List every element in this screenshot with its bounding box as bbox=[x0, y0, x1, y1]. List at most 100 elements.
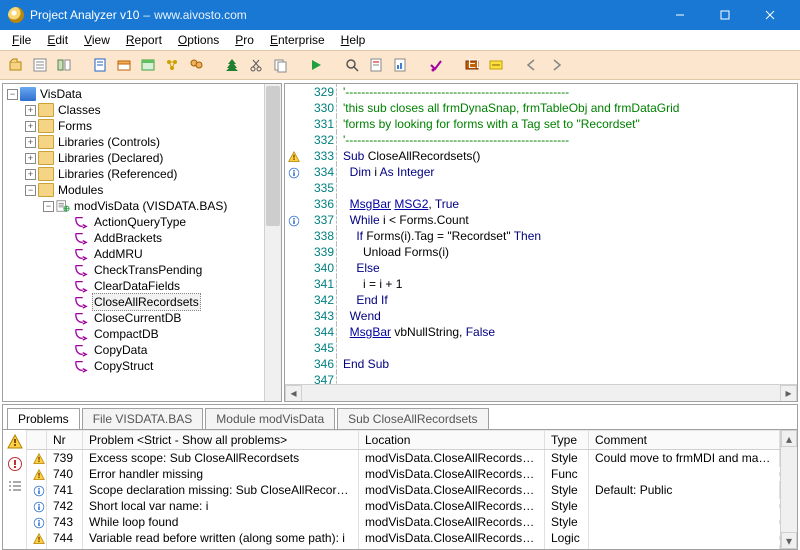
class-icon[interactable] bbox=[114, 55, 134, 75]
code-line[interactable]: 335 bbox=[285, 180, 797, 196]
problem-row[interactable]: 739Excess scope: Sub CloseAllRecordsetsm… bbox=[27, 450, 780, 466]
tree-folder[interactable]: +Classes bbox=[25, 102, 279, 118]
menu-report[interactable]: Report bbox=[118, 31, 170, 49]
tree-root[interactable]: −VisData bbox=[7, 86, 279, 102]
problems-tab[interactable]: Problems bbox=[7, 408, 80, 429]
code-line[interactable]: 343 Wend bbox=[285, 308, 797, 324]
menu-edit[interactable]: Edit bbox=[39, 31, 76, 49]
col-problem[interactable]: Problem <Strict - Show all problems> bbox=[83, 430, 359, 449]
code-line[interactable]: 347 bbox=[285, 372, 797, 384]
minimize-button[interactable] bbox=[657, 0, 702, 30]
problems-scrollbar[interactable]: ▴ ▾ bbox=[780, 430, 797, 549]
menu-pro[interactable]: Pro bbox=[227, 31, 262, 49]
code-line[interactable]: 333Sub CloseAllRecordsets() bbox=[285, 148, 797, 164]
code-text: Wend bbox=[337, 308, 381, 324]
tree-sub[interactable]: CheckTransPending bbox=[61, 262, 279, 278]
report-icon[interactable] bbox=[390, 55, 410, 75]
problem-row[interactable]: 740Error handler missingmodVisData.Close… bbox=[27, 466, 780, 482]
tree-sub[interactable]: CompactDB bbox=[61, 326, 279, 342]
code-line[interactable]: 342 End If bbox=[285, 292, 797, 308]
code-line[interactable]: 329'------------------------------------… bbox=[285, 84, 797, 100]
code-line[interactable]: 336 MsgBar MSG2, True bbox=[285, 196, 797, 212]
problems-grid[interactable]: Nr Problem <Strict - Show all problems> … bbox=[27, 430, 780, 549]
menu-file[interactable]: File bbox=[4, 31, 39, 49]
err-filter-icon[interactable] bbox=[7, 456, 23, 472]
tree-folder[interactable]: +Libraries (Declared) bbox=[25, 150, 279, 166]
tree-folder[interactable]: −Modules bbox=[25, 182, 279, 198]
code-line[interactable]: 339 Unload Forms(i) bbox=[285, 244, 797, 260]
tree-sub[interactable]: ClearDataFields bbox=[61, 278, 279, 294]
back-icon[interactable] bbox=[522, 55, 542, 75]
scroll-down-icon[interactable]: ▾ bbox=[781, 532, 797, 549]
menu-options[interactable]: Options bbox=[170, 31, 227, 49]
tree-folder[interactable]: +Libraries (Controls) bbox=[25, 134, 279, 150]
warn-filter-icon[interactable] bbox=[7, 434, 23, 450]
tree-folder[interactable]: +Libraries (Referenced) bbox=[25, 166, 279, 182]
copy-icon[interactable] bbox=[270, 55, 290, 75]
menu-view[interactable]: View bbox=[76, 31, 118, 49]
form-icon[interactable] bbox=[138, 55, 158, 75]
code-line[interactable]: 330'this sub closes all frmDynaSnap, frm… bbox=[285, 100, 797, 116]
col-icon[interactable] bbox=[27, 430, 47, 449]
code-line[interactable]: 344 MsgBar vbNullString, False bbox=[285, 324, 797, 340]
properties-icon[interactable] bbox=[30, 55, 50, 75]
code-line[interactable]: 341 i = i + 1 bbox=[285, 276, 797, 292]
check-icon[interactable] bbox=[426, 55, 446, 75]
highlight-icon[interactable] bbox=[486, 55, 506, 75]
tree-folder[interactable]: +Forms bbox=[25, 118, 279, 134]
menu-help[interactable]: Help bbox=[333, 31, 374, 49]
code-line[interactable]: 337 While i < Forms.Count bbox=[285, 212, 797, 228]
tree-scrollbar[interactable] bbox=[264, 84, 281, 401]
module-icon[interactable] bbox=[90, 55, 110, 75]
scroll-right-icon[interactable]: ▸ bbox=[780, 385, 797, 402]
problem-row[interactable]: 743While loop foundmodVisData.CloseAllRe… bbox=[27, 514, 780, 530]
code-line[interactable]: 345 bbox=[285, 340, 797, 356]
tree-sub[interactable]: CloseCurrentDB bbox=[61, 310, 279, 326]
problems-tab[interactable]: Sub CloseAllRecordsets bbox=[337, 408, 488, 429]
tree-sub[interactable]: AddBrackets bbox=[61, 230, 279, 246]
tree-sub[interactable]: CloseAllRecordsets bbox=[61, 294, 279, 310]
users-icon[interactable] bbox=[186, 55, 206, 75]
code-line[interactable]: 331'forms by looking for forms with a Ta… bbox=[285, 116, 797, 132]
problem-row[interactable]: 741Scope declaration missing: Sub CloseA… bbox=[27, 482, 780, 498]
tree-sub[interactable]: CopyStruct bbox=[61, 358, 279, 374]
grid-header[interactable]: Nr Problem <Strict - Show all problems> … bbox=[27, 430, 780, 450]
close-button[interactable] bbox=[747, 0, 792, 30]
maximize-button[interactable] bbox=[702, 0, 747, 30]
col-nr[interactable]: Nr bbox=[47, 430, 83, 449]
code-line[interactable]: 340 Else bbox=[285, 260, 797, 276]
tree-sub[interactable]: ActionQueryType bbox=[61, 214, 279, 230]
project-tree[interactable]: −VisData+Classes+Forms+Libraries (Contro… bbox=[2, 83, 282, 402]
xmas-icon[interactable] bbox=[222, 55, 242, 75]
code-hscrollbar[interactable]: ◂ ▸ bbox=[285, 384, 797, 401]
code-line[interactable]: 334 Dim i As Integer bbox=[285, 164, 797, 180]
col-comment[interactable]: Comment bbox=[589, 430, 780, 449]
code-line[interactable]: 332'------------------------------------… bbox=[285, 132, 797, 148]
run-icon[interactable] bbox=[306, 55, 326, 75]
problems-tab[interactable]: Module modVisData bbox=[205, 408, 335, 429]
list-filter-icon[interactable] bbox=[7, 478, 23, 494]
forward-icon[interactable] bbox=[546, 55, 566, 75]
tree-sub[interactable]: AddMRU bbox=[61, 246, 279, 262]
edit-box-icon[interactable]: ED bbox=[462, 55, 482, 75]
problem-row[interactable]: 745Excess scope: Function CopyDatamodVis… bbox=[27, 546, 780, 549]
find-icon[interactable] bbox=[342, 55, 362, 75]
code-text: Sub CloseAllRecordsets() bbox=[337, 148, 480, 164]
explorer-icon[interactable] bbox=[54, 55, 74, 75]
code-line[interactable]: 338 If Forms(i).Tag = "Recordset" Then bbox=[285, 228, 797, 244]
problem-row[interactable]: 742Short local var name: imodVisData.Clo… bbox=[27, 498, 780, 514]
col-location[interactable]: Location bbox=[359, 430, 545, 449]
cut-icon[interactable] bbox=[246, 55, 266, 75]
struct-icon[interactable] bbox=[162, 55, 182, 75]
col-type[interactable]: Type bbox=[545, 430, 589, 449]
menu-enterprise[interactable]: Enterprise bbox=[262, 31, 333, 49]
problem-row[interactable]: 744Variable read before written (along s… bbox=[27, 530, 780, 546]
scroll-left-icon[interactable]: ◂ bbox=[285, 385, 302, 402]
problems-tab[interactable]: File VISDATA.BAS bbox=[82, 408, 204, 429]
open-icon[interactable] bbox=[6, 55, 26, 75]
scroll-up-icon[interactable]: ▴ bbox=[781, 430, 797, 447]
page-icon[interactable] bbox=[366, 55, 386, 75]
tree-module[interactable]: −modVisData (VISDATA.BAS) bbox=[43, 198, 279, 214]
code-line[interactable]: 346End Sub bbox=[285, 356, 797, 372]
tree-sub[interactable]: CopyData bbox=[61, 342, 279, 358]
